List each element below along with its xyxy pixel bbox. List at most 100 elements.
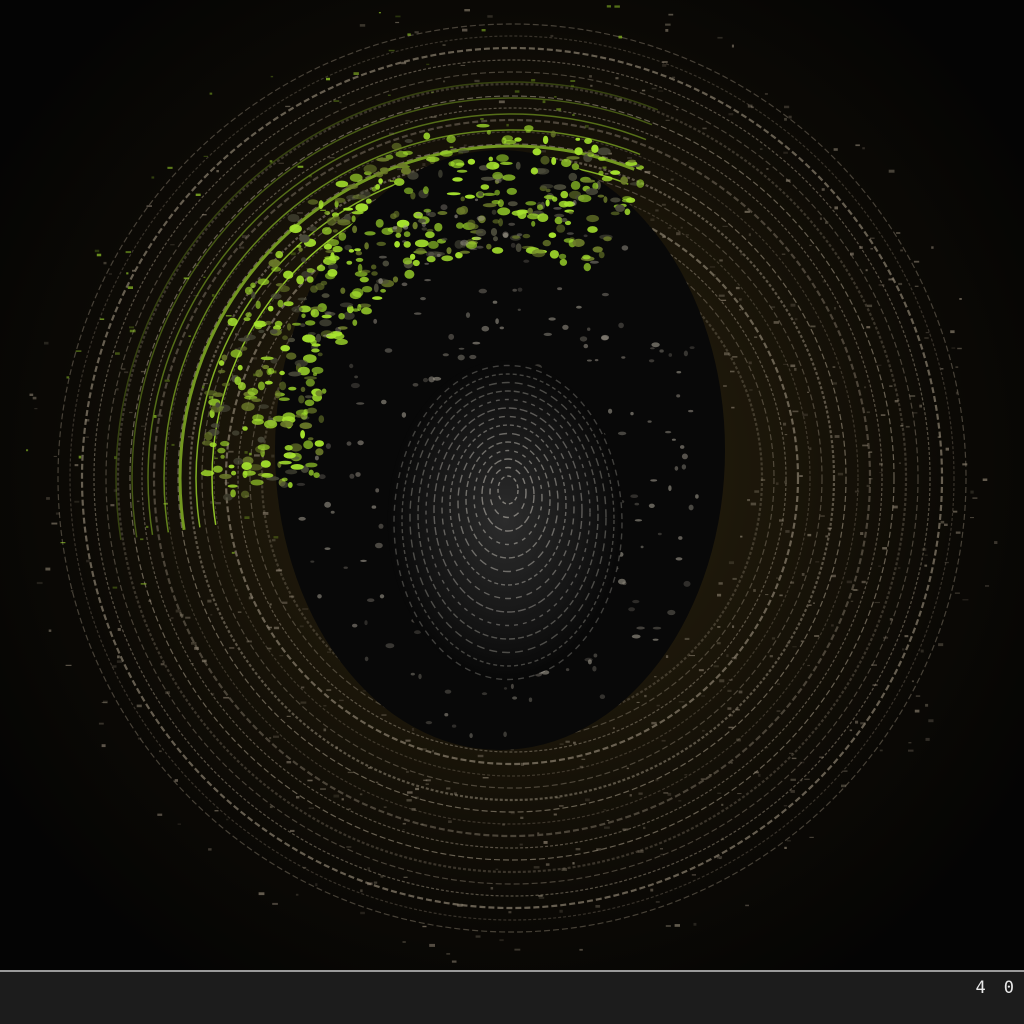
body-speck bbox=[421, 221, 427, 227]
speck bbox=[672, 76, 676, 78]
moss-dot bbox=[337, 219, 351, 226]
moss-dot bbox=[412, 259, 420, 267]
moss-dot bbox=[251, 418, 264, 425]
moss-dot bbox=[306, 407, 317, 414]
speck bbox=[629, 794, 632, 797]
speck bbox=[174, 779, 178, 782]
speck bbox=[860, 722, 866, 725]
moss-dot bbox=[264, 320, 272, 325]
speck bbox=[894, 400, 899, 403]
speck bbox=[116, 388, 119, 391]
speck bbox=[185, 616, 191, 619]
moss-dot bbox=[403, 231, 411, 238]
body-speck bbox=[310, 560, 315, 563]
moss-dot bbox=[271, 266, 282, 272]
speck bbox=[74, 464, 79, 467]
moss-dot bbox=[572, 238, 585, 247]
moss-dot bbox=[491, 247, 504, 254]
speck bbox=[406, 770, 409, 773]
body-speck bbox=[356, 402, 365, 405]
speck bbox=[226, 818, 229, 821]
moss-dot bbox=[285, 469, 298, 475]
moss-dot bbox=[603, 196, 608, 204]
moss-dot bbox=[315, 448, 324, 456]
speck bbox=[315, 883, 318, 887]
body-speck bbox=[668, 353, 673, 357]
moss-dot bbox=[280, 481, 289, 488]
speck bbox=[269, 603, 272, 606]
speck bbox=[402, 941, 406, 943]
speck bbox=[387, 94, 391, 96]
speck bbox=[717, 626, 721, 628]
moss-dot bbox=[598, 170, 604, 176]
speck bbox=[784, 434, 788, 436]
speck bbox=[151, 176, 155, 179]
moss-dot bbox=[314, 440, 324, 447]
speck bbox=[879, 749, 883, 752]
body-speck bbox=[335, 327, 342, 333]
moss-dot bbox=[346, 260, 353, 265]
speck bbox=[405, 739, 411, 742]
speck bbox=[442, 44, 446, 46]
speck bbox=[286, 715, 291, 717]
moss-dot bbox=[437, 211, 448, 215]
speck bbox=[426, 63, 430, 66]
speck bbox=[510, 812, 515, 815]
moss-dot bbox=[306, 276, 314, 283]
body-speck bbox=[401, 412, 407, 418]
body-speck bbox=[557, 287, 563, 291]
speck bbox=[689, 655, 695, 657]
speck bbox=[604, 173, 609, 175]
speck bbox=[731, 657, 737, 660]
moss-dot bbox=[251, 291, 256, 300]
moss-dot bbox=[300, 386, 306, 392]
moss-dot bbox=[446, 247, 452, 255]
speck bbox=[531, 79, 536, 82]
moss-dot bbox=[288, 371, 302, 377]
moss-dot bbox=[476, 123, 490, 128]
body-speck bbox=[476, 245, 484, 249]
speck bbox=[215, 502, 221, 505]
speck bbox=[177, 823, 181, 825]
moss-dot bbox=[349, 291, 362, 300]
moss-dot bbox=[498, 218, 503, 227]
body-speck bbox=[680, 445, 685, 449]
body-speck bbox=[392, 226, 398, 230]
speck bbox=[655, 901, 660, 903]
speck bbox=[721, 837, 725, 841]
speck bbox=[183, 277, 189, 280]
speck bbox=[127, 286, 133, 289]
speck bbox=[769, 655, 773, 658]
body-speck bbox=[418, 673, 422, 680]
speck bbox=[86, 559, 90, 563]
speck bbox=[850, 600, 854, 602]
speck bbox=[719, 259, 723, 262]
speck bbox=[320, 209, 326, 211]
moss-dot bbox=[348, 249, 355, 253]
moss-dot bbox=[257, 444, 270, 451]
speck bbox=[747, 499, 750, 502]
moss-dot bbox=[578, 194, 592, 203]
speck bbox=[333, 794, 340, 798]
speck bbox=[269, 160, 273, 163]
speck bbox=[654, 676, 657, 678]
speck bbox=[514, 90, 520, 93]
body-speck bbox=[451, 724, 457, 728]
body-speck bbox=[548, 317, 556, 321]
moss-dot bbox=[585, 188, 599, 196]
body-speck bbox=[689, 346, 695, 349]
speck bbox=[290, 829, 295, 832]
moss-dot bbox=[210, 423, 220, 428]
speck bbox=[776, 710, 781, 712]
body-speck bbox=[481, 325, 490, 332]
body-speck bbox=[378, 255, 387, 259]
body-speck bbox=[589, 260, 599, 264]
moss-dot bbox=[425, 231, 435, 239]
moss-dot bbox=[514, 137, 522, 142]
moss-dot bbox=[382, 171, 388, 175]
speck bbox=[446, 953, 451, 955]
moss-dot bbox=[493, 236, 498, 242]
speck bbox=[792, 410, 799, 413]
speck bbox=[660, 853, 665, 856]
body-speck bbox=[681, 464, 687, 470]
